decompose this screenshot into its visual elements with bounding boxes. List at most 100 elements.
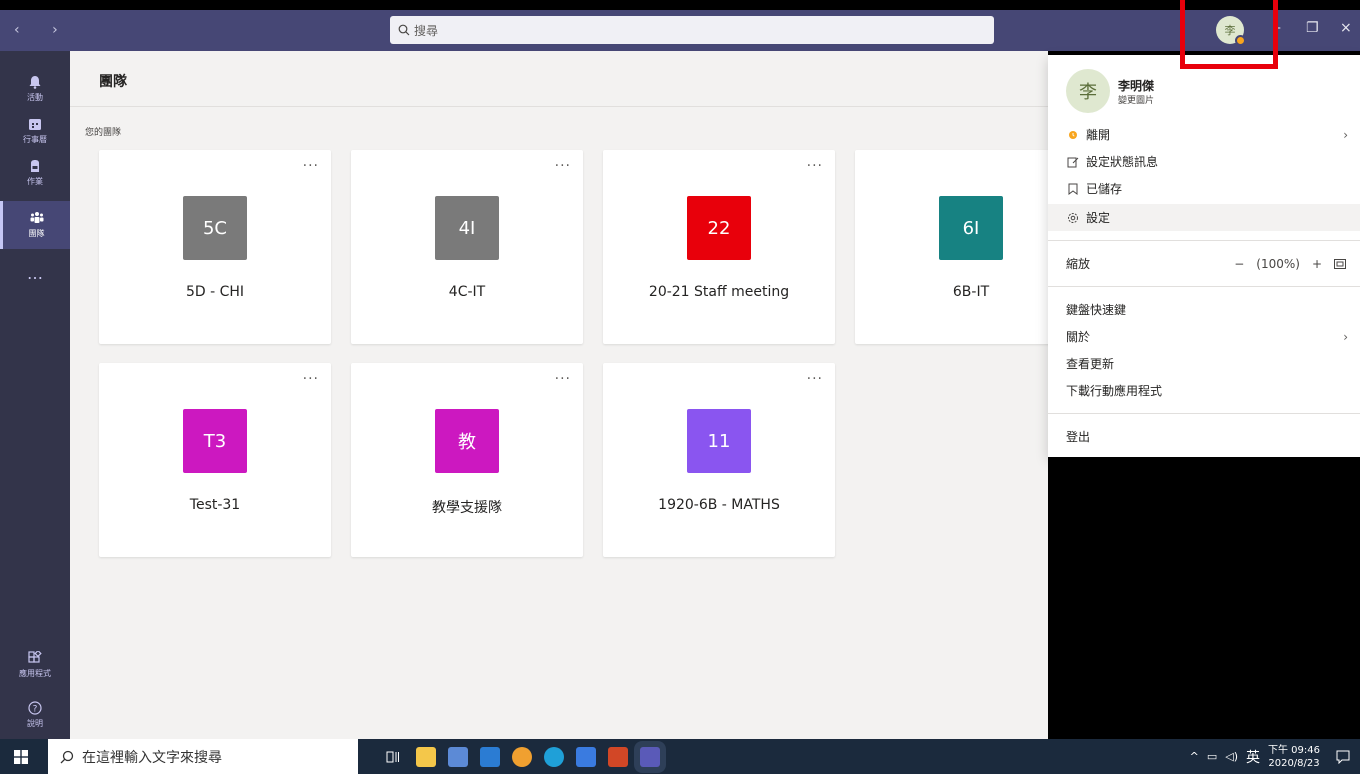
rail-item-apps[interactable]: 應用程式 xyxy=(0,641,70,689)
search-icon xyxy=(398,24,410,36)
more-options-icon[interactable]: ··· xyxy=(303,158,319,174)
profile-avatar: 李 xyxy=(1066,69,1110,113)
gear-icon xyxy=(1066,212,1080,224)
volume-icon[interactable]: ◁) xyxy=(1225,750,1238,763)
chevron-up-icon[interactable]: ^ xyxy=(1190,750,1199,763)
chrome-icon[interactable] xyxy=(512,747,532,767)
notification-icon[interactable] xyxy=(1336,750,1350,764)
powerpoint-icon[interactable] xyxy=(608,747,628,767)
taskbar-search-input[interactable]: 在這裡輸入文字來搜尋 xyxy=(48,739,358,774)
rail-item-help[interactable]: ? 說明 xyxy=(0,691,70,739)
more-options-icon[interactable]: ··· xyxy=(555,158,571,174)
bookmark-icon xyxy=(1066,183,1080,195)
status-label: 離開 xyxy=(1086,128,1111,142)
zoom-label: 縮放 xyxy=(1066,257,1091,271)
windows-taskbar: 在這裡輸入文字來搜尋 ^ ▭ ◁) 英 下午 09:46 2020/8/23 xyxy=(0,739,1360,774)
team-tile: 5C xyxy=(183,196,247,260)
rail-label: 作業 xyxy=(27,177,43,186)
team-card[interactable]: ··· 11 1920-6B - MATHS xyxy=(603,363,835,557)
search-placeholder: 搜尋 xyxy=(414,23,439,38)
fullscreen-icon[interactable] xyxy=(1334,258,1346,269)
menu-item-keyboard-shortcuts[interactable]: 鍵盤快速鍵 xyxy=(1048,296,1360,323)
menu-item-settings[interactable]: 設定 xyxy=(1048,204,1360,231)
change-photo-link[interactable]: 變更圖片 xyxy=(1118,93,1154,106)
menu-item-about[interactable]: 關於 › xyxy=(1048,323,1360,350)
rail-item-teams[interactable]: 團隊 xyxy=(0,201,70,249)
more-icon: … xyxy=(27,263,43,283)
calendar-icon xyxy=(29,119,41,130)
zoom-value: (100%) xyxy=(1256,256,1300,271)
menu-item-download-mobile[interactable]: 下載行動應用程式 xyxy=(1048,377,1360,404)
team-name: 5D - CHI xyxy=(185,284,245,300)
team-tile: 教 xyxy=(435,409,499,473)
clock[interactable]: 下午 09:46 2020/8/23 xyxy=(1268,744,1320,770)
more-options-icon[interactable]: ··· xyxy=(807,371,823,387)
team-card[interactable]: ··· 5C 5D - CHI xyxy=(99,150,331,344)
title-bar: ‹ › 搜尋 李 – ❐ × xyxy=(0,10,1360,51)
user-name: 李明傑 xyxy=(1118,79,1155,93)
rail-item-calendar[interactable]: 行事曆 xyxy=(0,107,70,155)
forward-button[interactable]: › xyxy=(52,22,72,38)
profile-menu: 李 李明傑 變更圖片 離開 › 設定狀態訊息 已儲存 設定 縮放 − (100%… xyxy=(1048,55,1360,457)
zoom-in-button[interactable]: + xyxy=(1312,257,1322,271)
zoom-out-button[interactable]: − xyxy=(1234,257,1244,271)
edge-icon[interactable] xyxy=(544,747,564,767)
menu-item-check-updates[interactable]: 查看更新 xyxy=(1048,350,1360,377)
team-tile: 6I xyxy=(939,196,1003,260)
bell-icon xyxy=(29,76,41,89)
system-tray: ^ ▭ ◁) 英 下午 09:46 2020/8/23 xyxy=(1190,739,1320,774)
teams-app-icon[interactable] xyxy=(640,747,660,767)
app-icon[interactable] xyxy=(448,747,468,767)
team-name: 1920-6B - MATHS xyxy=(658,497,780,513)
team-card[interactable]: ··· 22 20-21 Staff meeting xyxy=(603,150,835,344)
close-button[interactable]: × xyxy=(1340,20,1352,36)
backpack-icon xyxy=(31,160,39,172)
menu-item-status[interactable]: 離開 › xyxy=(1048,121,1360,148)
away-status-icon xyxy=(1066,130,1080,139)
menu-item-sign-out[interactable]: 登出 xyxy=(1048,423,1360,450)
search-input[interactable]: 搜尋 xyxy=(390,16,994,44)
team-name: 教學支援隊 xyxy=(432,500,502,516)
apps-icon xyxy=(28,651,42,663)
team-name: Test-31 xyxy=(189,497,241,513)
main-content: 團隊 您的團隊 ··· 5C 5D - CHI ··· 4I 4C-IT ···… xyxy=(70,51,1087,739)
more-options-icon[interactable]: ··· xyxy=(303,371,319,387)
rail-item-assignments[interactable]: 作業 xyxy=(0,149,70,197)
rail-label: 活動 xyxy=(27,93,43,102)
team-tile: 11 xyxy=(687,409,751,473)
divider xyxy=(1048,413,1360,414)
network-icon[interactable]: ▭ xyxy=(1207,750,1217,763)
menu-item-saved[interactable]: 已儲存 xyxy=(1048,175,1360,202)
chevron-right-icon: › xyxy=(1343,127,1348,142)
divider xyxy=(1048,286,1360,287)
maximize-button[interactable]: ❐ xyxy=(1306,20,1319,36)
edit-icon xyxy=(1066,156,1080,168)
rail-item-activity[interactable]: 活動 xyxy=(0,65,70,113)
team-card[interactable]: ··· T3 Test-31 xyxy=(99,363,331,557)
task-view-icon[interactable] xyxy=(386,750,400,764)
main-header: 團隊 xyxy=(70,51,1048,107)
menu-label: 鍵盤快速鍵 xyxy=(1066,303,1127,317)
menu-label: 設定狀態訊息 xyxy=(1086,155,1159,169)
rail-label: 說明 xyxy=(27,719,43,728)
chevron-right-icon: › xyxy=(1343,329,1348,344)
help-icon: ? xyxy=(28,701,42,715)
windows-start-icon[interactable] xyxy=(14,750,28,764)
mail-icon[interactable] xyxy=(480,747,500,767)
menu-item-zoom: 縮放 − (100%) + xyxy=(1048,250,1360,277)
menu-item-set-status-message[interactable]: 設定狀態訊息 xyxy=(1048,148,1360,175)
app-rail: 活動 行事曆 作業 團隊 … 應用程式 ? 說明 xyxy=(0,51,70,739)
back-button[interactable]: ‹ xyxy=(14,22,34,38)
menu-label: 查看更新 xyxy=(1066,357,1115,371)
divider xyxy=(1048,240,1360,241)
zoom-controls: − (100%) + xyxy=(1234,257,1346,271)
team-card[interactable]: ··· 4I 4C-IT xyxy=(351,150,583,344)
team-card[interactable]: ··· 教 教學支援隊 xyxy=(351,363,583,557)
ime-indicator[interactable]: 英 xyxy=(1246,747,1260,767)
zoom-app-icon[interactable] xyxy=(576,747,596,767)
rail-item-more[interactable]: … xyxy=(0,249,70,297)
file-explorer-icon[interactable] xyxy=(416,747,436,767)
team-name: 20-21 Staff meeting xyxy=(648,284,790,300)
more-options-icon[interactable]: ··· xyxy=(555,371,571,387)
more-options-icon[interactable]: ··· xyxy=(807,158,823,174)
